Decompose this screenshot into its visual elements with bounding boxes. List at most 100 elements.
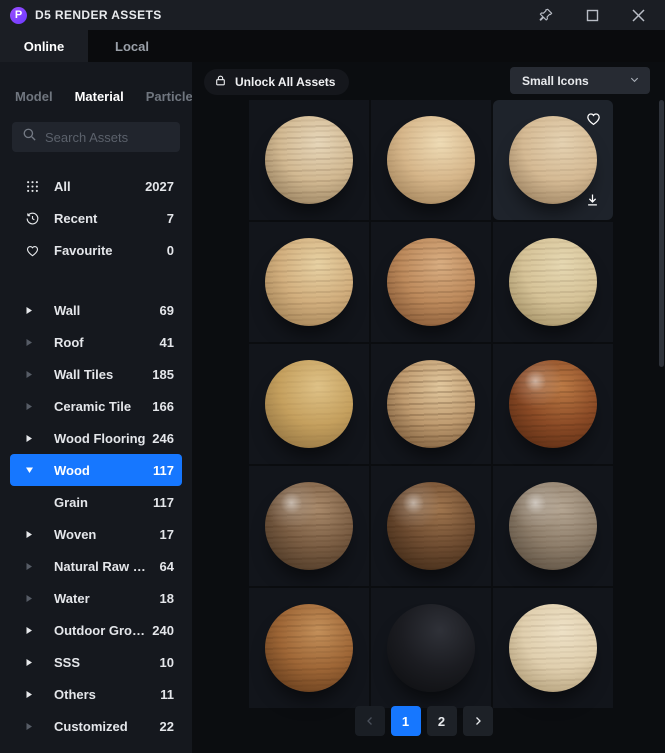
- category-count: 11: [160, 686, 174, 702]
- category-count: 69: [159, 302, 174, 318]
- grid-icon: [24, 178, 40, 194]
- maximize-icon[interactable]: [583, 6, 601, 24]
- material-tile-golden-honey-wood[interactable]: [249, 344, 369, 464]
- quick-item-label: Recent: [54, 210, 98, 226]
- material-tile-mahogany-wood[interactable]: [493, 344, 613, 464]
- material-sphere-preview: [265, 116, 353, 204]
- sidebar-item-sss[interactable]: SSS 10: [10, 646, 182, 678]
- category-count: 117: [153, 494, 174, 510]
- expand-arrow-icon: [24, 434, 34, 443]
- unlock-button-label: Unlock All Assets: [235, 75, 336, 89]
- sidebar-item-woven[interactable]: Woven 17: [10, 518, 182, 550]
- top-tab-online[interactable]: Online: [0, 30, 88, 62]
- asset-type-tab-model[interactable]: Model: [15, 89, 53, 104]
- category-count: 41: [159, 334, 174, 350]
- material-tile-rustic-orange-wood[interactable]: [249, 588, 369, 708]
- expand-arrow-icon: [24, 658, 34, 667]
- search-icon: [22, 127, 37, 147]
- source-tabbar: Online Local: [0, 30, 665, 62]
- material-sphere-preview: [387, 238, 475, 326]
- material-tile-rustic-red-wood[interactable]: [371, 222, 491, 342]
- sidebar-item-roof[interactable]: Roof 41: [10, 326, 182, 358]
- pin-icon[interactable]: [537, 6, 555, 24]
- category-label: Ceramic Tile: [54, 398, 132, 414]
- category-count: 64: [159, 558, 174, 574]
- category-label: Grain: [54, 494, 88, 510]
- expand-arrow-icon: [24, 370, 34, 379]
- d5-render-assets-window: P D5 RENDER ASSETS Online Local Model Ma…: [0, 0, 665, 753]
- pagination-page-1[interactable]: 1: [390, 706, 421, 736]
- material-tile-light-striped-oak[interactable]: [249, 100, 369, 220]
- asset-type-tab-material[interactable]: Material: [75, 89, 124, 104]
- scrollbar-track: [659, 98, 664, 753]
- search-input[interactable]: [45, 129, 170, 145]
- sidebar-item-ceramic-tile[interactable]: Ceramic Tile 166: [10, 390, 182, 422]
- material-tile-two-tone-striped-wood[interactable]: [371, 344, 491, 464]
- pagination-page-2[interactable]: 2: [426, 706, 457, 736]
- download-icon[interactable]: [585, 192, 600, 212]
- lock-icon: [214, 74, 227, 90]
- sidebar-item-wood-flooring[interactable]: Wood Flooring 246: [10, 422, 182, 454]
- window-title: D5 RENDER ASSETS: [35, 8, 162, 22]
- category-count: 17: [159, 526, 174, 542]
- category-label: Customized: [54, 718, 128, 734]
- expand-arrow-icon: [24, 626, 34, 635]
- icon-size-value: Small Icons: [522, 73, 589, 88]
- scrollbar-thumb[interactable]: [659, 100, 664, 367]
- material-tile-charcoal-black[interactable]: [371, 588, 491, 708]
- sidebar: Model Material Particle All 2027 Recent 7 …: [0, 62, 192, 753]
- sidebar-item-wall-tiles[interactable]: Wall Tiles 185: [10, 358, 182, 390]
- sidebar-item-wall[interactable]: Wall 69: [10, 294, 182, 326]
- category-count: 117: [153, 462, 174, 478]
- sidebar-item-customized[interactable]: Customized 22: [10, 710, 182, 742]
- pagination-prev-button[interactable]: [354, 706, 385, 736]
- sidebar-item-water[interactable]: Water 18: [10, 582, 182, 614]
- sidebar-item-favourite[interactable]: Favourite 0: [10, 234, 182, 266]
- material-sphere-preview: [509, 238, 597, 326]
- sidebar-item-grain[interactable]: Grain 117: [10, 486, 182, 518]
- expand-arrow-icon: [24, 594, 34, 603]
- quick-item-label: Favourite: [54, 242, 113, 258]
- category-count: 185: [152, 366, 174, 382]
- sidebar-item-all[interactable]: All 2027: [10, 170, 182, 202]
- material-tile-driftwood-gray[interactable]: [493, 466, 613, 586]
- category-label: Water: [54, 590, 90, 606]
- toolbar: Unlock All Assets Small Icons: [192, 62, 665, 100]
- material-tile-warm-tan-wood[interactable]: [371, 100, 491, 220]
- material-sphere-preview: [509, 360, 597, 448]
- search-box[interactable]: [12, 122, 180, 152]
- material-tile-cream-wood[interactable]: [493, 588, 613, 708]
- material-sphere-preview: [265, 604, 353, 692]
- sidebar-item-others[interactable]: Others 11: [10, 678, 182, 710]
- content: Model Material Particle All 2027 Recent 7 …: [0, 62, 665, 753]
- material-sphere-preview: [265, 482, 353, 570]
- material-sphere-preview: [265, 360, 353, 448]
- pagination-next-button[interactable]: [462, 706, 493, 736]
- asset-type-tabs: Model Material Particle: [0, 62, 192, 108]
- sidebar-item-natural-raw-ma[interactable]: Natural Raw Ma... 64: [10, 550, 182, 582]
- asset-type-tab-particle[interactable]: Particle: [146, 89, 192, 104]
- material-tile-pale-yellow-wood[interactable]: [493, 222, 613, 342]
- sidebar-item-outdoor-ground[interactable]: Outdoor Ground 240: [10, 614, 182, 646]
- material-tile-beige-wood[interactable]: [493, 100, 613, 220]
- sidebar-item-recent[interactable]: Recent 7: [10, 202, 182, 234]
- category-count: 10: [159, 654, 174, 670]
- close-icon[interactable]: [629, 6, 647, 24]
- expand-arrow-icon: [24, 690, 34, 699]
- material-sphere-preview: [387, 482, 475, 570]
- unlock-all-assets-button[interactable]: Unlock All Assets: [204, 69, 350, 95]
- category-label: Wall Tiles: [54, 366, 114, 382]
- window-controls: [537, 6, 655, 24]
- material-sphere-preview: [265, 238, 353, 326]
- material-sphere-preview: [387, 604, 475, 692]
- clock-icon: [24, 210, 40, 226]
- icon-size-select[interactable]: Small Icons: [510, 67, 650, 94]
- material-tile-dark-walnut-glossy[interactable]: [371, 466, 491, 586]
- material-tile-banded-tan-wood[interactable]: [249, 222, 369, 342]
- expand-arrow-icon: [24, 338, 34, 347]
- favourite-heart-icon[interactable]: [585, 110, 602, 132]
- category-count: 246: [152, 430, 174, 446]
- sidebar-item-wood[interactable]: Wood 117: [10, 454, 182, 486]
- top-tab-local[interactable]: Local: [88, 30, 176, 62]
- material-tile-walnut-wood[interactable]: [249, 466, 369, 586]
